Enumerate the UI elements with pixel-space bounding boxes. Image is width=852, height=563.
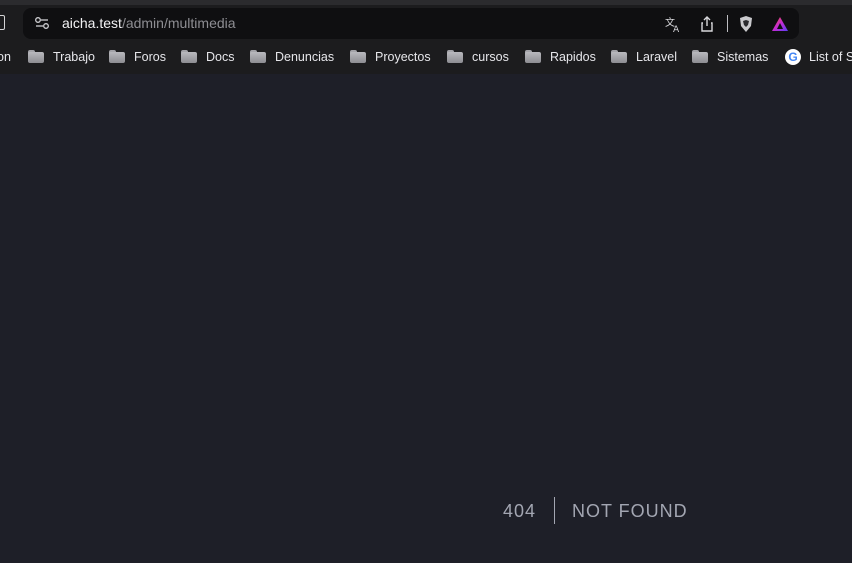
bookmark-label: Docs — [206, 49, 235, 64]
bookmark-folder-sistemas[interactable]: Sistemas — [692, 43, 768, 70]
folder-icon — [447, 50, 463, 63]
folder-icon — [28, 50, 44, 63]
brave-shields-icon[interactable] — [737, 15, 755, 33]
folder-icon — [525, 50, 541, 63]
folder-icon — [350, 50, 366, 63]
bookmark-folder-denuncias[interactable]: Denuncias — [250, 43, 334, 70]
bookmark-label: List of S — [809, 49, 852, 64]
brave-rewards-icon[interactable] — [771, 15, 789, 33]
bookmark-item-google[interactable]: G List of S — [785, 43, 852, 70]
address-bar[interactable]: aicha.test/admin/multimedia 文 A — [23, 8, 799, 39]
status-code: 404 — [503, 501, 537, 521]
sidebar-toggle-icon[interactable] — [0, 15, 5, 30]
bookmark-folder-cursos[interactable]: cursos — [447, 43, 509, 70]
share-icon[interactable] — [698, 15, 716, 33]
svg-text:A: A — [673, 25, 680, 33]
folder-icon — [611, 50, 627, 63]
bookmark-label: Sistemas — [717, 49, 769, 64]
bookmark-label: Laravel — [636, 49, 677, 64]
bookmark-label: Rapidos — [550, 49, 596, 64]
browser-toolbar: aicha.test/admin/multimedia 文 A on Traba… — [0, 0, 852, 74]
bookmark-folder-rapidos[interactable]: Rapidos — [525, 43, 596, 70]
tab-strip-edge — [0, 0, 852, 5]
page-viewport: 404 NOT FOUND — [0, 74, 852, 563]
bookmark-folder-trabajo[interactable]: Trabajo — [28, 43, 95, 70]
folder-icon — [109, 50, 125, 63]
folder-icon — [181, 50, 197, 63]
bookmark-folder-proyectos[interactable]: Proyectos — [350, 43, 431, 70]
bookmark-label: Proyectos — [375, 49, 431, 64]
url-path: /admin/multimedia — [121, 15, 236, 31]
toolbar-divider — [727, 15, 728, 32]
site-settings-icon[interactable] — [34, 16, 50, 30]
status-divider — [554, 497, 555, 524]
bookmark-label: on — [0, 49, 11, 64]
bookmark-item[interactable]: on — [0, 43, 11, 70]
bookmarks-bar: on Trabajo Foros Docs Denuncias Proyecto… — [0, 43, 852, 70]
bookmark-folder-docs[interactable]: Docs — [181, 43, 234, 70]
url-host: aicha.test — [62, 15, 122, 31]
translate-icon[interactable]: 文 A — [664, 15, 682, 33]
google-icon: G — [785, 48, 801, 65]
bookmark-label: Trabajo — [53, 49, 95, 64]
bookmark-label: Denuncias — [275, 49, 335, 64]
bookmark-folder-laravel[interactable]: Laravel — [611, 43, 677, 70]
folder-icon — [250, 50, 266, 63]
status-message: NOT FOUND — [572, 501, 688, 521]
folder-icon — [692, 50, 708, 63]
bookmark-label: cursos — [472, 49, 509, 64]
bookmark-label: Foros — [134, 49, 166, 64]
bookmark-folder-foros[interactable]: Foros — [109, 43, 166, 70]
url-text[interactable]: aicha.test/admin/multimedia — [62, 15, 236, 32]
